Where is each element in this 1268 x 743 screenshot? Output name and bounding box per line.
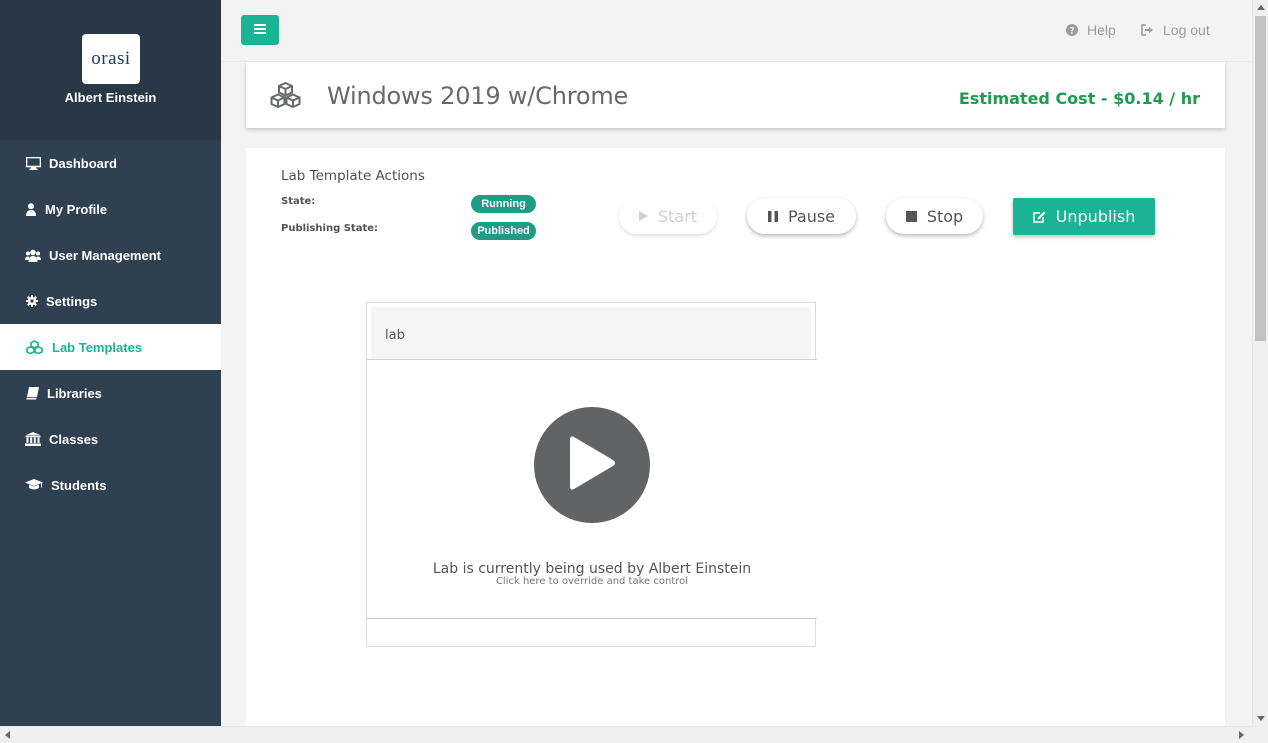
sidebar-item-label: My Profile (45, 201, 108, 217)
monitor-icon (25, 156, 41, 170)
override-control-link[interactable]: Click here to override and take control (367, 576, 817, 587)
sidebar-item-classes[interactable]: Classes (0, 416, 221, 462)
pause-icon (767, 210, 778, 222)
scrollbar-corner (1252, 726, 1268, 743)
publishing-state-badge: Published (471, 222, 536, 240)
sidebar-item-settings[interactable]: Settings (0, 278, 221, 324)
lab-panel-header: lab (371, 307, 811, 359)
menu-toggle-button[interactable] (241, 15, 279, 45)
hamburger-icon (254, 21, 266, 39)
sidebar-nav: Dashboard My Profile User Management Set… (0, 140, 221, 508)
sidebar-item-lab-templates[interactable]: Lab Templates (0, 324, 221, 370)
sidebar-item-label: Lab Templates (52, 339, 143, 355)
graduation-cap-icon (25, 478, 43, 492)
play-button[interactable] (534, 407, 650, 523)
unpublish-button[interactable]: Unpublish (1013, 198, 1155, 235)
page-header-card: Windows 2019 w/Chrome Estimated Cost - $… (246, 62, 1225, 128)
lab-screen[interactable]: Lab is currently being used by Albert Ei… (367, 359, 817, 619)
lab-viewer-panel: lab Lab is currently being used by Alber… (366, 302, 817, 647)
logo-text: orasi (91, 48, 131, 69)
pause-button[interactable]: Pause (747, 198, 856, 234)
sign-out-icon (1141, 24, 1154, 36)
vertical-scrollbar[interactable] (1252, 0, 1268, 726)
sidebar-item-dashboard[interactable]: Dashboard (0, 140, 221, 186)
vertical-scroll-thumb[interactable] (1255, 16, 1266, 341)
page-title: Windows 2019 w/Chrome (327, 82, 629, 110)
play-icon (638, 211, 648, 221)
sidebar-item-label: Students (51, 477, 107, 493)
start-label: Start (657, 206, 698, 226)
lab-in-use-message: Lab is currently being used by Albert Ei… (432, 561, 752, 577)
horizontal-scrollbar[interactable] (0, 726, 1252, 743)
gear-icon (25, 294, 38, 308)
help-link[interactable]: ? Help (1066, 22, 1116, 38)
scroll-right-arrow-icon[interactable] (1239, 731, 1244, 739)
stop-icon (905, 210, 917, 222)
pause-label: Pause (787, 206, 836, 226)
scroll-down-arrow-icon[interactable] (1257, 716, 1265, 721)
help-label: Help (1087, 22, 1116, 38)
sidebar-item-label: Libraries (47, 385, 102, 401)
stop-button[interactable]: Stop (886, 198, 983, 234)
estimated-cost: Estimated Cost - $0.14 / hr (958, 89, 1200, 108)
state-badge: Running (471, 195, 536, 213)
sidebar-item-user-management[interactable]: User Management (0, 232, 221, 278)
sidebar-item-label: Settings (46, 293, 98, 309)
question-circle-icon: ? (1066, 24, 1078, 36)
section-title: Lab Template Actions (281, 168, 425, 184)
logout-label: Log out (1163, 22, 1210, 38)
sidebar-item-students[interactable]: Students (0, 462, 221, 508)
svg-text:?: ? (1069, 26, 1074, 36)
lab-name: lab (385, 328, 405, 343)
cubes-icon (270, 81, 301, 113)
play-icon (566, 433, 618, 498)
logout-link[interactable]: Log out (1141, 22, 1210, 38)
publishing-state-label: Publishing State: (281, 223, 379, 234)
start-button[interactable]: Start (619, 198, 717, 234)
sidebar-item-label: Classes (49, 431, 99, 447)
book-icon (25, 386, 39, 400)
unpublish-label: Unpublish (1055, 207, 1136, 226)
top-navbar: ? Help Log out (221, 0, 1252, 62)
company-logo[interactable]: orasi (82, 34, 140, 84)
sidebar-item-label: Dashboard (49, 155, 117, 171)
scroll-left-arrow-icon[interactable] (5, 731, 10, 739)
sidebar-item-label: User Management (49, 247, 161, 263)
sidebar: orasi Albert Einstein Dashboard My Profi… (0, 0, 221, 726)
sidebar-item-libraries[interactable]: Libraries (0, 370, 221, 416)
scroll-up-arrow-icon[interactable] (1257, 5, 1265, 10)
edit-icon (1032, 211, 1046, 223)
users-icon (25, 248, 41, 262)
profile-user-name[interactable]: Albert Einstein (0, 90, 221, 105)
stop-label: Stop (926, 206, 964, 226)
sidebar-item-my-profile[interactable]: My Profile (0, 186, 221, 232)
cubes-icon (25, 340, 43, 354)
profile-header: orasi Albert Einstein (0, 0, 221, 140)
user-icon (25, 202, 37, 216)
institution-icon (25, 432, 41, 446)
state-label: State: (281, 196, 316, 207)
